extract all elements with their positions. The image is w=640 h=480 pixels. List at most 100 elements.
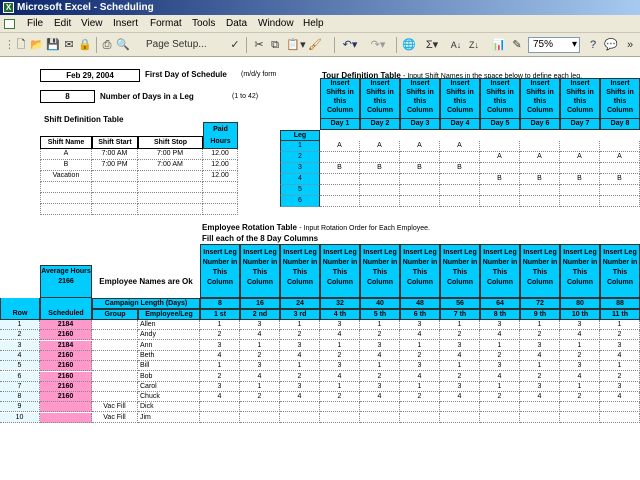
first-day-cell[interactable]: Feb 29, 2004 [40, 69, 140, 82]
rotation-leg-cell[interactable]: 1 [600, 361, 640, 372]
undo-icon[interactable]: ↶▾ [340, 37, 360, 53]
paste-icon[interactable]: 📋▾ [286, 37, 306, 53]
permission-icon[interactable]: 🔒 [78, 37, 92, 53]
employee-name-cell[interactable]: Andy [138, 330, 200, 341]
shift-cell[interactable] [92, 182, 138, 193]
rotation-leg-cell[interactable]: 1 [400, 381, 440, 392]
rotation-leg-cell[interactable]: 3 [280, 340, 320, 351]
shift-cell[interactable] [203, 204, 238, 215]
rotation-leg-cell[interactable]: 2 [560, 350, 600, 361]
shift-cell[interactable] [92, 171, 138, 182]
rotation-leg-cell[interactable]: 1 [440, 361, 480, 372]
tour-shift-cell[interactable]: B [400, 163, 440, 174]
menu-help[interactable]: Help [303, 15, 324, 33]
rotation-leg-cell[interactable]: 2 [400, 350, 440, 361]
tour-shift-cell[interactable] [360, 174, 400, 185]
shift-cell[interactable] [40, 204, 92, 215]
tour-shift-cell[interactable] [520, 185, 560, 196]
shift-cell[interactable] [138, 193, 203, 204]
rotation-leg-cell[interactable]: 1 [480, 340, 520, 351]
group-cell[interactable] [92, 350, 138, 361]
tour-shift-cell[interactable] [600, 185, 640, 196]
tour-shift-cell[interactable]: B [480, 174, 520, 185]
rotation-leg-cell[interactable]: 4 [600, 350, 640, 361]
tour-shift-cell[interactable] [440, 185, 480, 196]
rotation-leg-cell[interactable]: 4 [440, 392, 480, 403]
rotation-leg-cell[interactable] [320, 412, 360, 423]
shift-cell[interactable] [92, 193, 138, 204]
employee-name-cell[interactable]: Carol [138, 381, 200, 392]
rotation-leg-cell[interactable] [440, 412, 480, 423]
tour-shift-cell[interactable] [480, 185, 520, 196]
rotation-leg-cell[interactable]: 3 [240, 320, 280, 330]
shift-cell[interactable]: 7:00 AM [92, 149, 138, 160]
rotation-leg-cell[interactable]: 1 [240, 340, 280, 351]
rotation-leg-cell[interactable] [560, 402, 600, 413]
tour-shift-cell[interactable] [600, 163, 640, 174]
tour-shift-cell[interactable] [360, 152, 400, 163]
shift-cell[interactable]: 7:00 PM [138, 149, 203, 160]
rotation-leg-cell[interactable] [200, 402, 240, 413]
rotation-leg-cell[interactable]: 1 [480, 381, 520, 392]
rotation-leg-cell[interactable]: 1 [240, 381, 280, 392]
menu-view[interactable]: View [81, 15, 103, 33]
shift-cell[interactable]: 12.00 [203, 160, 238, 171]
rotation-leg-cell[interactable]: 2 [200, 330, 240, 341]
rotation-leg-cell[interactable] [280, 402, 320, 413]
rotation-leg-cell[interactable]: 1 [320, 340, 360, 351]
shift-cell[interactable] [92, 204, 138, 215]
rotation-leg-cell[interactable]: 1 [320, 381, 360, 392]
rotation-leg-cell[interactable]: 2 [320, 392, 360, 403]
tour-shift-cell[interactable] [400, 152, 440, 163]
rotation-leg-cell[interactable]: 3 [360, 381, 400, 392]
employee-name-cell[interactable]: Allen [138, 320, 200, 330]
rotation-leg-cell[interactable]: 4 [320, 330, 360, 341]
rotation-leg-cell[interactable]: 2 [200, 371, 240, 382]
tour-shift-cell[interactable] [520, 196, 560, 207]
shift-cell[interactable]: Vacation [40, 171, 92, 182]
rotation-leg-cell[interactable]: 4 [560, 371, 600, 382]
rotation-leg-cell[interactable]: 2 [520, 330, 560, 341]
rotation-leg-cell[interactable]: 1 [200, 361, 240, 372]
tour-shift-cell[interactable]: A [320, 141, 360, 152]
shift-cell[interactable] [138, 171, 203, 182]
rotation-leg-cell[interactable]: 3 [440, 340, 480, 351]
tour-shift-cell[interactable] [440, 152, 480, 163]
autosum-icon[interactable]: Σ▾ [422, 37, 442, 53]
help-icon[interactable]: ? [586, 37, 600, 53]
tour-shift-cell[interactable] [440, 174, 480, 185]
tour-shift-cell[interactable] [400, 185, 440, 196]
page-setup-button[interactable]: Page Setup... [146, 37, 236, 53]
tour-shift-cell[interactable] [320, 196, 360, 207]
rotation-leg-cell[interactable]: 3 [200, 381, 240, 392]
rotation-leg-cell[interactable]: 1 [360, 361, 400, 372]
format-painter-icon[interactable]: 🖌 [308, 37, 322, 53]
employee-name-cell[interactable]: Jim [138, 412, 200, 423]
rotation-leg-cell[interactable]: 4 [480, 330, 520, 341]
tour-shift-cell[interactable]: A [480, 152, 520, 163]
rotation-leg-cell[interactable]: 2 [480, 392, 520, 403]
print-preview-icon[interactable]: 🔍 [116, 37, 130, 53]
rotation-leg-cell[interactable]: 1 [560, 381, 600, 392]
group-cell[interactable] [92, 330, 138, 341]
tour-shift-cell[interactable] [320, 152, 360, 163]
rotation-leg-cell[interactable]: 4 [240, 330, 280, 341]
tour-shift-cell[interactable]: A [560, 152, 600, 163]
rotation-leg-cell[interactable]: 2 [240, 392, 280, 403]
copy-icon[interactable]: ⧉ [268, 37, 282, 53]
menu-edit[interactable]: Edit [54, 15, 71, 33]
sort-descending-icon[interactable]: Z↓ [466, 37, 482, 53]
rotation-leg-cell[interactable]: 4 [280, 350, 320, 361]
tour-shift-cell[interactable] [520, 141, 560, 152]
rotation-leg-cell[interactable]: 1 [280, 320, 320, 330]
rotation-leg-cell[interactable]: 2 [480, 350, 520, 361]
group-cell[interactable] [92, 340, 138, 351]
rotation-leg-cell[interactable]: 3 [600, 381, 640, 392]
tour-shift-cell[interactable] [560, 163, 600, 174]
tour-shift-cell[interactable]: A [400, 141, 440, 152]
employee-name-cell[interactable]: Beth [138, 350, 200, 361]
rotation-leg-cell[interactable] [560, 412, 600, 423]
rotation-leg-cell[interactable]: 2 [600, 330, 640, 341]
rotation-leg-cell[interactable] [600, 412, 640, 423]
rotation-leg-cell[interactable] [240, 402, 280, 413]
